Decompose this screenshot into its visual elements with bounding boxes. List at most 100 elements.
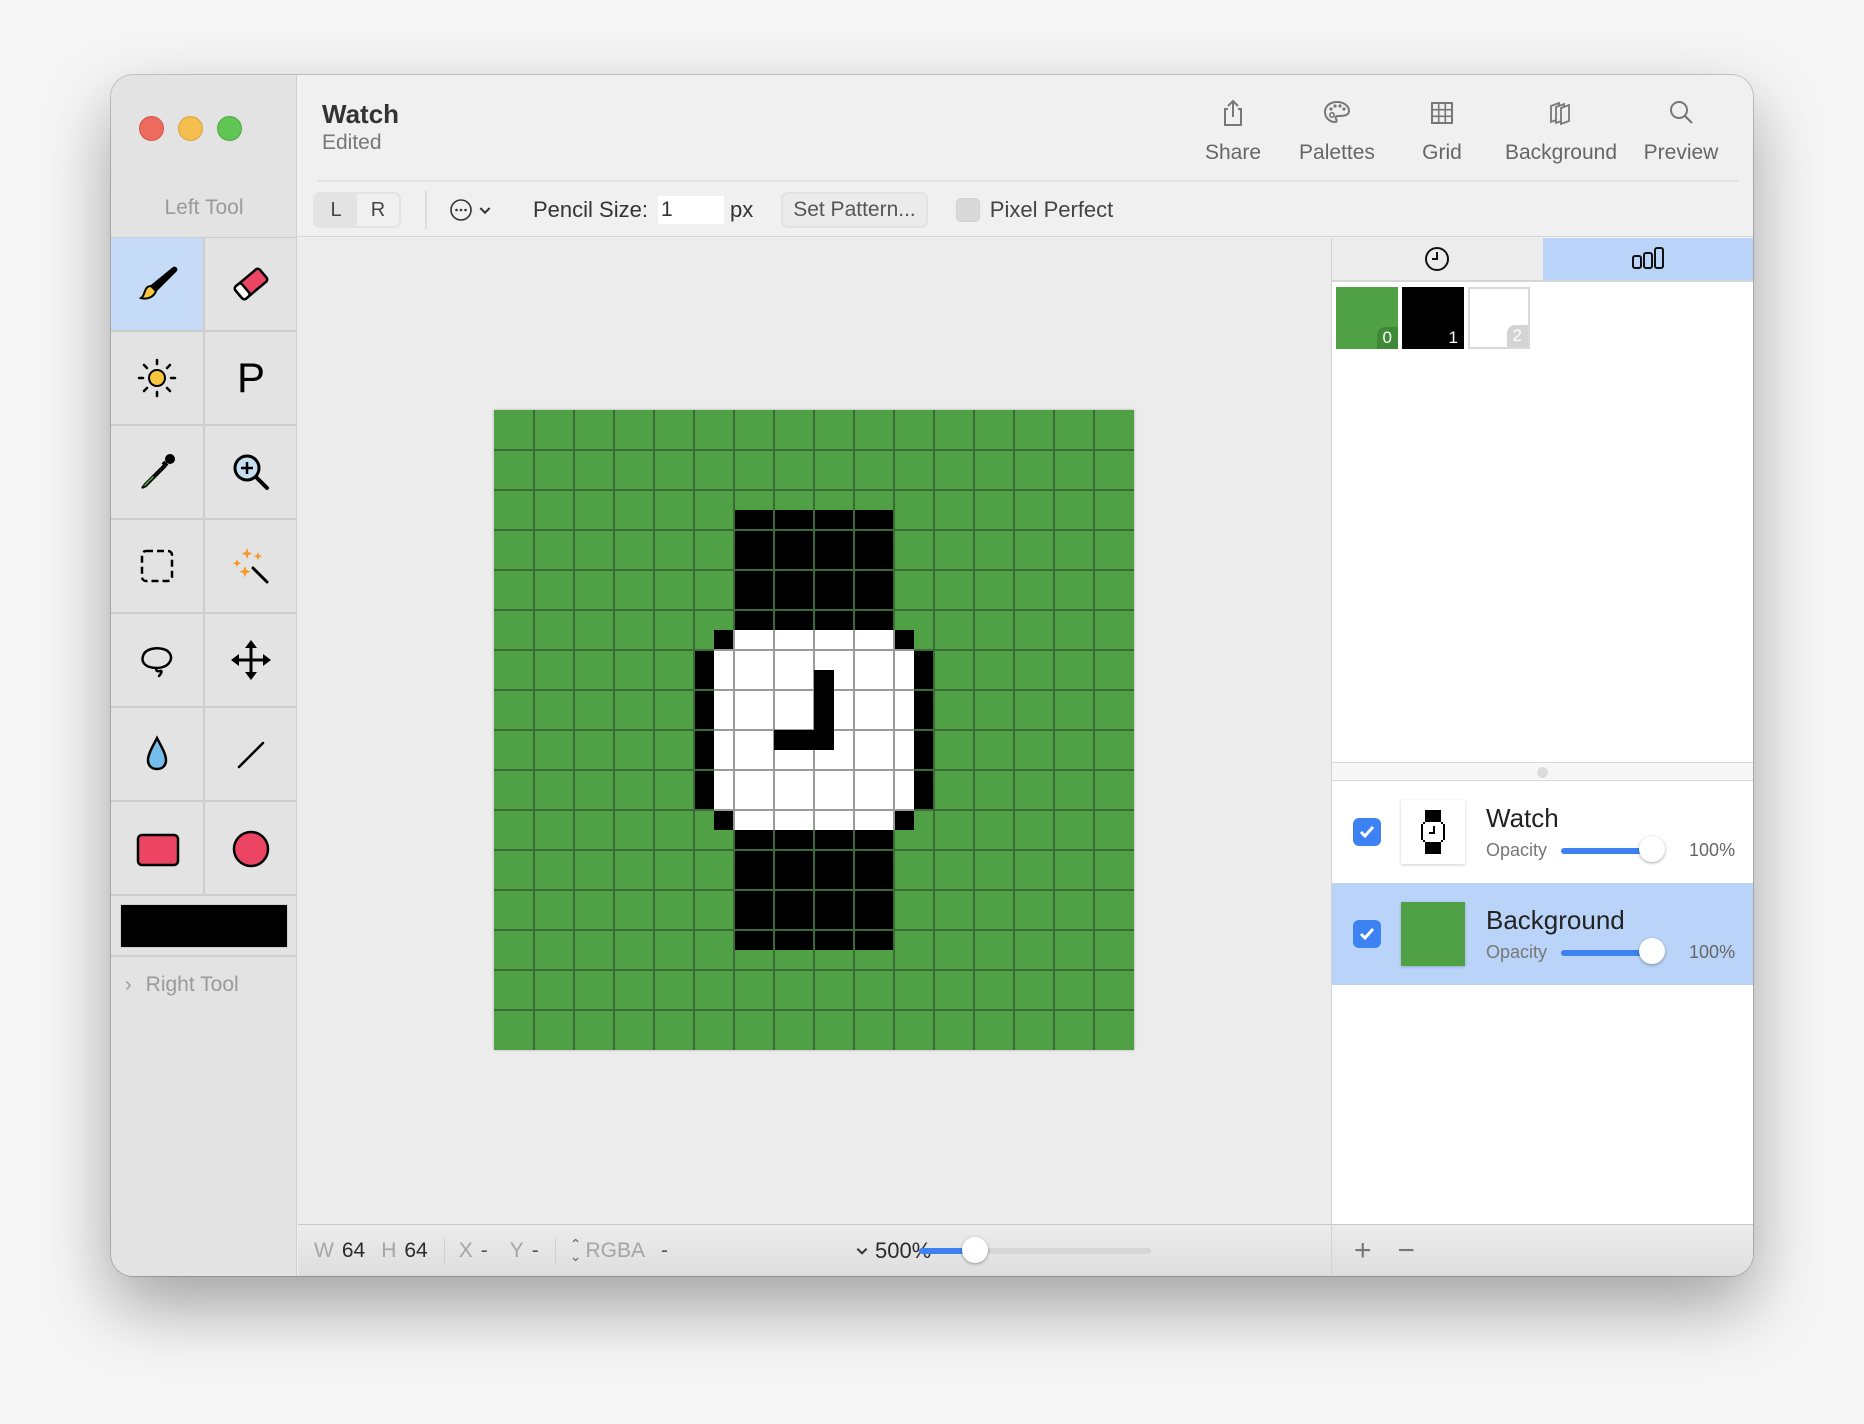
status-divider xyxy=(554,1236,556,1265)
tool-lasso[interactable] xyxy=(111,614,205,708)
chevron-down-icon xyxy=(479,207,491,215)
pixel-perfect-checkbox[interactable] xyxy=(955,198,980,222)
palettes-label: Palettes xyxy=(1299,141,1375,164)
chevron-down-icon xyxy=(856,1247,868,1255)
zoom-slider-thumb[interactable] xyxy=(961,1237,988,1263)
preview-button[interactable]: Preview xyxy=(1631,97,1731,165)
letter-p-icon: P xyxy=(236,354,265,401)
thumb-pixel-block xyxy=(1443,824,1445,840)
status-bar: W 64 H 64 X - Y - ⌃ ⌄ RGBA - 500% xyxy=(298,1224,1332,1276)
thumb-pixel-block xyxy=(1441,840,1443,842)
zoom-slider[interactable] xyxy=(919,1237,1151,1263)
right-button-segment[interactable]: R xyxy=(357,194,399,226)
thumb-pixel-block xyxy=(1433,826,1435,834)
layers-footer: + − xyxy=(1332,1224,1753,1276)
mouse-button-segmented-control: L R xyxy=(313,192,401,228)
thumb-pixel-block xyxy=(1423,840,1425,842)
x-label: X xyxy=(458,1238,473,1262)
palette-swatch[interactable]: 2 xyxy=(1468,287,1530,349)
tool-eyedropper[interactable] xyxy=(111,426,205,520)
y-value: - xyxy=(531,1238,539,1262)
minimize-window-button[interactable] xyxy=(178,116,203,141)
status-divider xyxy=(443,1236,445,1265)
share-button[interactable]: Share xyxy=(1185,97,1281,165)
layer-name[interactable]: Watch xyxy=(1486,803,1735,834)
tool-magic-wand[interactable] xyxy=(205,520,297,614)
palettes-button[interactable]: Palettes xyxy=(1281,97,1393,165)
layer-row-watch[interactable]: Watch Opacity 100% xyxy=(1332,781,1753,883)
background-button[interactable]: Background xyxy=(1491,97,1631,165)
layer-visibility-checkbox[interactable] xyxy=(1353,818,1381,846)
layer-visibility-checkbox[interactable] xyxy=(1353,920,1381,948)
remove-layer-button[interactable]: − xyxy=(1398,1234,1416,1268)
magic-wand-icon xyxy=(232,548,269,584)
opacity-slider[interactable] xyxy=(1561,937,1666,964)
more-options-menu[interactable] xyxy=(449,198,493,222)
tool-fill[interactable] xyxy=(111,708,205,802)
right-tool-label: Right Tool xyxy=(145,973,239,996)
tool-zoom[interactable] xyxy=(205,426,297,520)
document-title: Watch xyxy=(322,99,400,129)
panel-splitter[interactable] xyxy=(1332,762,1753,781)
right-panel: 0 1 2 Watch Opacity 100% Background Opac… xyxy=(1331,238,1753,1276)
height-value: 64 xyxy=(404,1238,428,1262)
tool-ellipse[interactable] xyxy=(205,802,297,896)
grid-button[interactable]: Grid xyxy=(1393,97,1491,165)
eyedropper-icon xyxy=(141,454,175,489)
layer-opacity: Opacity 100% xyxy=(1486,835,1736,862)
chevron-right-icon: › xyxy=(125,973,132,996)
tab-history[interactable] xyxy=(1332,238,1543,280)
opacity-slider-thumb[interactable] xyxy=(1639,835,1666,862)
left-button-segment[interactable]: L xyxy=(315,194,357,226)
splitter-handle[interactable] xyxy=(1536,767,1548,778)
opacity-slider[interactable] xyxy=(1561,835,1666,862)
close-window-button[interactable] xyxy=(139,116,164,141)
watch-pixel-block xyxy=(714,630,734,650)
color-mode-toggle[interactable]: ⌃ ⌄ RGBA xyxy=(570,1237,653,1262)
height-label: H xyxy=(381,1238,397,1262)
tool-sidebar: Left Tool P › Right Tool xyxy=(111,75,297,1276)
tool-pencil[interactable] xyxy=(111,238,205,332)
watch-pixel-block xyxy=(714,810,734,830)
grid-label: Grid xyxy=(1422,141,1462,164)
background-layers-icon xyxy=(1550,101,1570,126)
tool-move[interactable] xyxy=(205,614,297,708)
checkmark-icon xyxy=(1359,826,1375,839)
tool-lighten[interactable] xyxy=(111,332,205,426)
pixel-art-watch[interactable] xyxy=(494,410,1134,1050)
grid-icon xyxy=(1431,102,1453,124)
opacity-slider-thumb[interactable] xyxy=(1639,937,1666,964)
thumb-pixel-block xyxy=(1429,832,1433,834)
tool-rectangle[interactable] xyxy=(111,802,205,896)
palette-swatch[interactable]: 0 xyxy=(1336,287,1398,349)
canvas-area[interactable] xyxy=(298,238,1332,1224)
tool-pattern[interactable]: P xyxy=(205,332,297,426)
opacity-value: 100% xyxy=(1689,840,1736,860)
share-label: Share xyxy=(1204,141,1262,164)
tab-palette[interactable] xyxy=(1542,238,1753,280)
primary-color-well[interactable] xyxy=(120,904,288,948)
rectangle-icon xyxy=(136,833,180,867)
right-tool-disclosure[interactable]: › Right Tool xyxy=(125,973,239,997)
pencil-size-input[interactable] xyxy=(657,196,724,224)
background-label: Background xyxy=(1504,141,1618,164)
tool-rect-select[interactable] xyxy=(111,520,205,614)
layer-row-background[interactable]: Background Opacity 100% xyxy=(1332,883,1753,985)
tool-eraser[interactable] xyxy=(205,238,297,332)
opacity-label: Opacity xyxy=(1486,942,1548,962)
layer-opacity: Opacity 100% xyxy=(1486,937,1735,964)
left-tool-label: Left Tool xyxy=(164,196,244,219)
layer-name[interactable]: Background xyxy=(1486,905,1735,936)
toolbar-divider xyxy=(318,180,1738,182)
color-mode-label: RGBA xyxy=(585,1238,645,1262)
add-layer-button[interactable]: + xyxy=(1354,1234,1372,1268)
pixel-canvas[interactable] xyxy=(494,410,1134,1050)
thumb-pixel-block xyxy=(1423,822,1425,824)
watch-hand xyxy=(774,730,814,750)
watch-hand xyxy=(814,670,834,750)
palette-swatches: 0 1 2 xyxy=(1332,282,1753,354)
set-pattern-button[interactable]: Set Pattern... xyxy=(781,192,928,228)
zoom-window-button[interactable] xyxy=(217,116,242,141)
tool-line[interactable] xyxy=(205,708,297,802)
palette-swatch[interactable]: 1 xyxy=(1402,287,1464,349)
